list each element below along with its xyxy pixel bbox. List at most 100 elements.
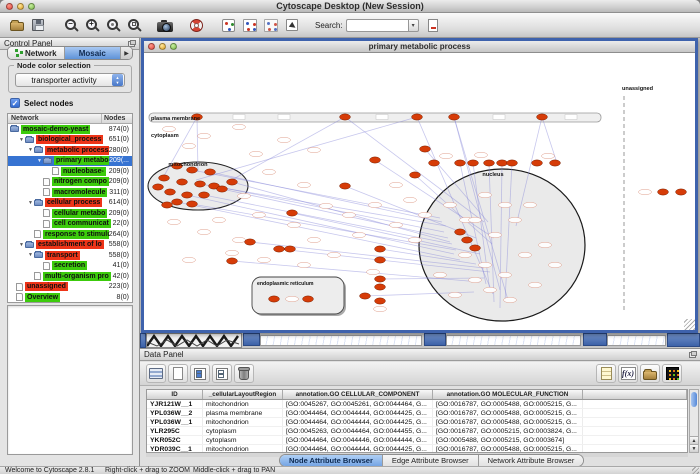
network-node[interactable] bbox=[285, 246, 296, 252]
network-node[interactable] bbox=[269, 296, 280, 302]
tree-row[interactable]: macromolecule311(0) bbox=[8, 187, 132, 198]
network-node[interactable] bbox=[462, 237, 473, 243]
network-node[interactable] bbox=[199, 192, 210, 198]
attribute-table-icon[interactable] bbox=[146, 364, 166, 383]
search-input[interactable] bbox=[346, 19, 408, 32]
network-node[interactable] bbox=[217, 186, 228, 192]
tree-row[interactable]: ▼biological_process651(0) bbox=[8, 135, 132, 146]
network-canvas[interactable]: plasma membranecytoplasmmitochondrionnuc… bbox=[144, 54, 695, 330]
tree-row[interactable]: Overview8(0) bbox=[8, 292, 132, 303]
enhanced-search-icon[interactable] bbox=[423, 15, 444, 35]
background-window-fragment[interactable] bbox=[243, 333, 260, 346]
network-node[interactable] bbox=[303, 296, 314, 302]
window-resize-grip[interactable] bbox=[692, 467, 699, 474]
table-row[interactable]: YDR039C__1mitochondrion[GO:0044464, GO:0… bbox=[147, 445, 687, 453]
delete-attribute-icon[interactable] bbox=[234, 364, 254, 383]
network-node[interactable] bbox=[375, 257, 386, 263]
birds-eye-view[interactable] bbox=[7, 305, 133, 455]
scroll-up-icon[interactable]: ▲ bbox=[690, 436, 698, 444]
annotation-icon[interactable] bbox=[281, 15, 302, 35]
background-window-fragment[interactable] bbox=[446, 335, 581, 346]
tree-row[interactable]: mosaic-demo-yeast874(0) bbox=[8, 124, 132, 135]
network-node[interactable] bbox=[360, 293, 371, 299]
network-node[interactable] bbox=[550, 160, 561, 166]
tree-row[interactable]: cell communicat22(0) bbox=[8, 219, 132, 230]
frame-resize-grip[interactable] bbox=[684, 319, 695, 330]
table-row[interactable]: YPL036W__1mitochondrion[GO:0044464, GO:0… bbox=[147, 418, 687, 427]
tree-row[interactable]: ▼metabolic process280(0) bbox=[8, 145, 132, 156]
network-edit-icon[interactable] bbox=[260, 15, 281, 35]
matrix-icon[interactable] bbox=[662, 364, 682, 383]
network-node[interactable] bbox=[165, 189, 176, 195]
function-builder-icon[interactable]: f(x) bbox=[618, 364, 638, 383]
network-node[interactable] bbox=[484, 160, 495, 166]
network-node[interactable] bbox=[195, 181, 206, 187]
network-node[interactable] bbox=[177, 179, 188, 185]
network-node[interactable] bbox=[507, 160, 518, 166]
background-window-fragment[interactable] bbox=[424, 333, 446, 346]
background-window-fragment[interactable] bbox=[146, 333, 242, 348]
tree-row[interactable]: unassigned223(0) bbox=[8, 282, 132, 293]
network-node[interactable] bbox=[340, 183, 351, 189]
background-window-fragment[interactable] bbox=[607, 335, 666, 346]
tab-edge-attribute-browser[interactable]: Edge Attribute Browser bbox=[383, 455, 479, 466]
network-node[interactable] bbox=[340, 114, 351, 120]
network-node[interactable] bbox=[162, 202, 173, 208]
background-window-fragment[interactable] bbox=[667, 333, 700, 347]
network-node[interactable] bbox=[205, 169, 216, 175]
table-vertical-scrollbar[interactable]: ▲ ▼ bbox=[689, 389, 699, 453]
network-node[interactable] bbox=[676, 189, 687, 195]
column-header[interactable]: _cellularLayoutRegion bbox=[203, 390, 283, 399]
tree-row[interactable]: secretion41(0) bbox=[8, 261, 132, 272]
zoom-fit-icon[interactable] bbox=[122, 15, 143, 35]
network-node[interactable] bbox=[187, 201, 198, 207]
network-node[interactable] bbox=[172, 199, 183, 205]
float-data-panel-icon[interactable] bbox=[689, 352, 696, 358]
table-row[interactable]: YJR121W__1mitochondrion[GO:0045267, GO:0… bbox=[147, 400, 687, 409]
background-window-fragment[interactable] bbox=[260, 335, 422, 346]
zoom-selected-icon[interactable] bbox=[101, 15, 122, 35]
notepad-icon[interactable] bbox=[596, 364, 616, 383]
tree-row[interactable]: multi-organism pro42(0) bbox=[8, 271, 132, 282]
node-color-dropdown[interactable]: transporter activity ▲▼ bbox=[15, 73, 125, 87]
table-row[interactable]: YKR052Ccytoplasm[GO:0044464, GO:0044446,… bbox=[147, 436, 687, 445]
new-attribute-icon[interactable] bbox=[168, 364, 188, 383]
network-node[interactable] bbox=[227, 258, 238, 264]
network-node[interactable] bbox=[153, 184, 164, 190]
search-dropdown-arrow[interactable]: ▾ bbox=[408, 19, 419, 32]
column-header[interactable]: ID bbox=[147, 390, 203, 399]
network-node[interactable] bbox=[227, 179, 238, 185]
tree-row[interactable]: response to stimulu264(0) bbox=[8, 229, 132, 240]
zoom-out-icon[interactable]: − bbox=[59, 15, 80, 35]
zoom-in-icon[interactable]: + bbox=[80, 15, 101, 35]
network-node[interactable] bbox=[449, 114, 460, 120]
network-node[interactable] bbox=[429, 160, 440, 166]
tree-row[interactable]: cellular metabo209(0) bbox=[8, 208, 132, 219]
network-node[interactable] bbox=[410, 172, 421, 178]
import-attributes-icon[interactable] bbox=[640, 364, 660, 383]
camera-icon[interactable] bbox=[154, 15, 175, 35]
table-row[interactable]: YLR295Ccytoplasm[GO:0045263, GO:0044464,… bbox=[147, 427, 687, 436]
background-window-fragment[interactable] bbox=[583, 333, 607, 346]
tree-row[interactable]: ▼establishment of lo558(0) bbox=[8, 240, 132, 251]
network-node[interactable] bbox=[375, 298, 386, 304]
help-lifebuoy-icon[interactable] bbox=[186, 15, 207, 35]
network-node[interactable] bbox=[537, 114, 548, 120]
network-node[interactable] bbox=[455, 229, 466, 235]
tab-network-attribute-browser[interactable]: Network Attribute Browser bbox=[479, 455, 584, 466]
network-node[interactable] bbox=[245, 239, 256, 245]
scroll-down-icon[interactable]: ▼ bbox=[690, 444, 698, 452]
network-node[interactable] bbox=[532, 160, 543, 166]
select-nodes-checkbox[interactable]: ✓ bbox=[10, 98, 20, 108]
network-node[interactable] bbox=[375, 284, 386, 290]
network-node[interactable] bbox=[287, 210, 298, 216]
column-header[interactable]: annotation.GO CELLULAR_COMPONENT bbox=[283, 390, 433, 399]
vizmapper-icon[interactable] bbox=[218, 15, 239, 35]
save-icon[interactable] bbox=[27, 15, 48, 35]
unselect-all-attributes-icon[interactable] bbox=[212, 364, 232, 383]
network-node[interactable] bbox=[370, 157, 381, 163]
tree-row[interactable]: nucleobase-209(0) bbox=[8, 166, 132, 177]
network-node[interactable] bbox=[375, 246, 386, 252]
tree-col-nodes[interactable]: Nodes bbox=[102, 114, 132, 123]
network-node[interactable] bbox=[470, 245, 481, 251]
